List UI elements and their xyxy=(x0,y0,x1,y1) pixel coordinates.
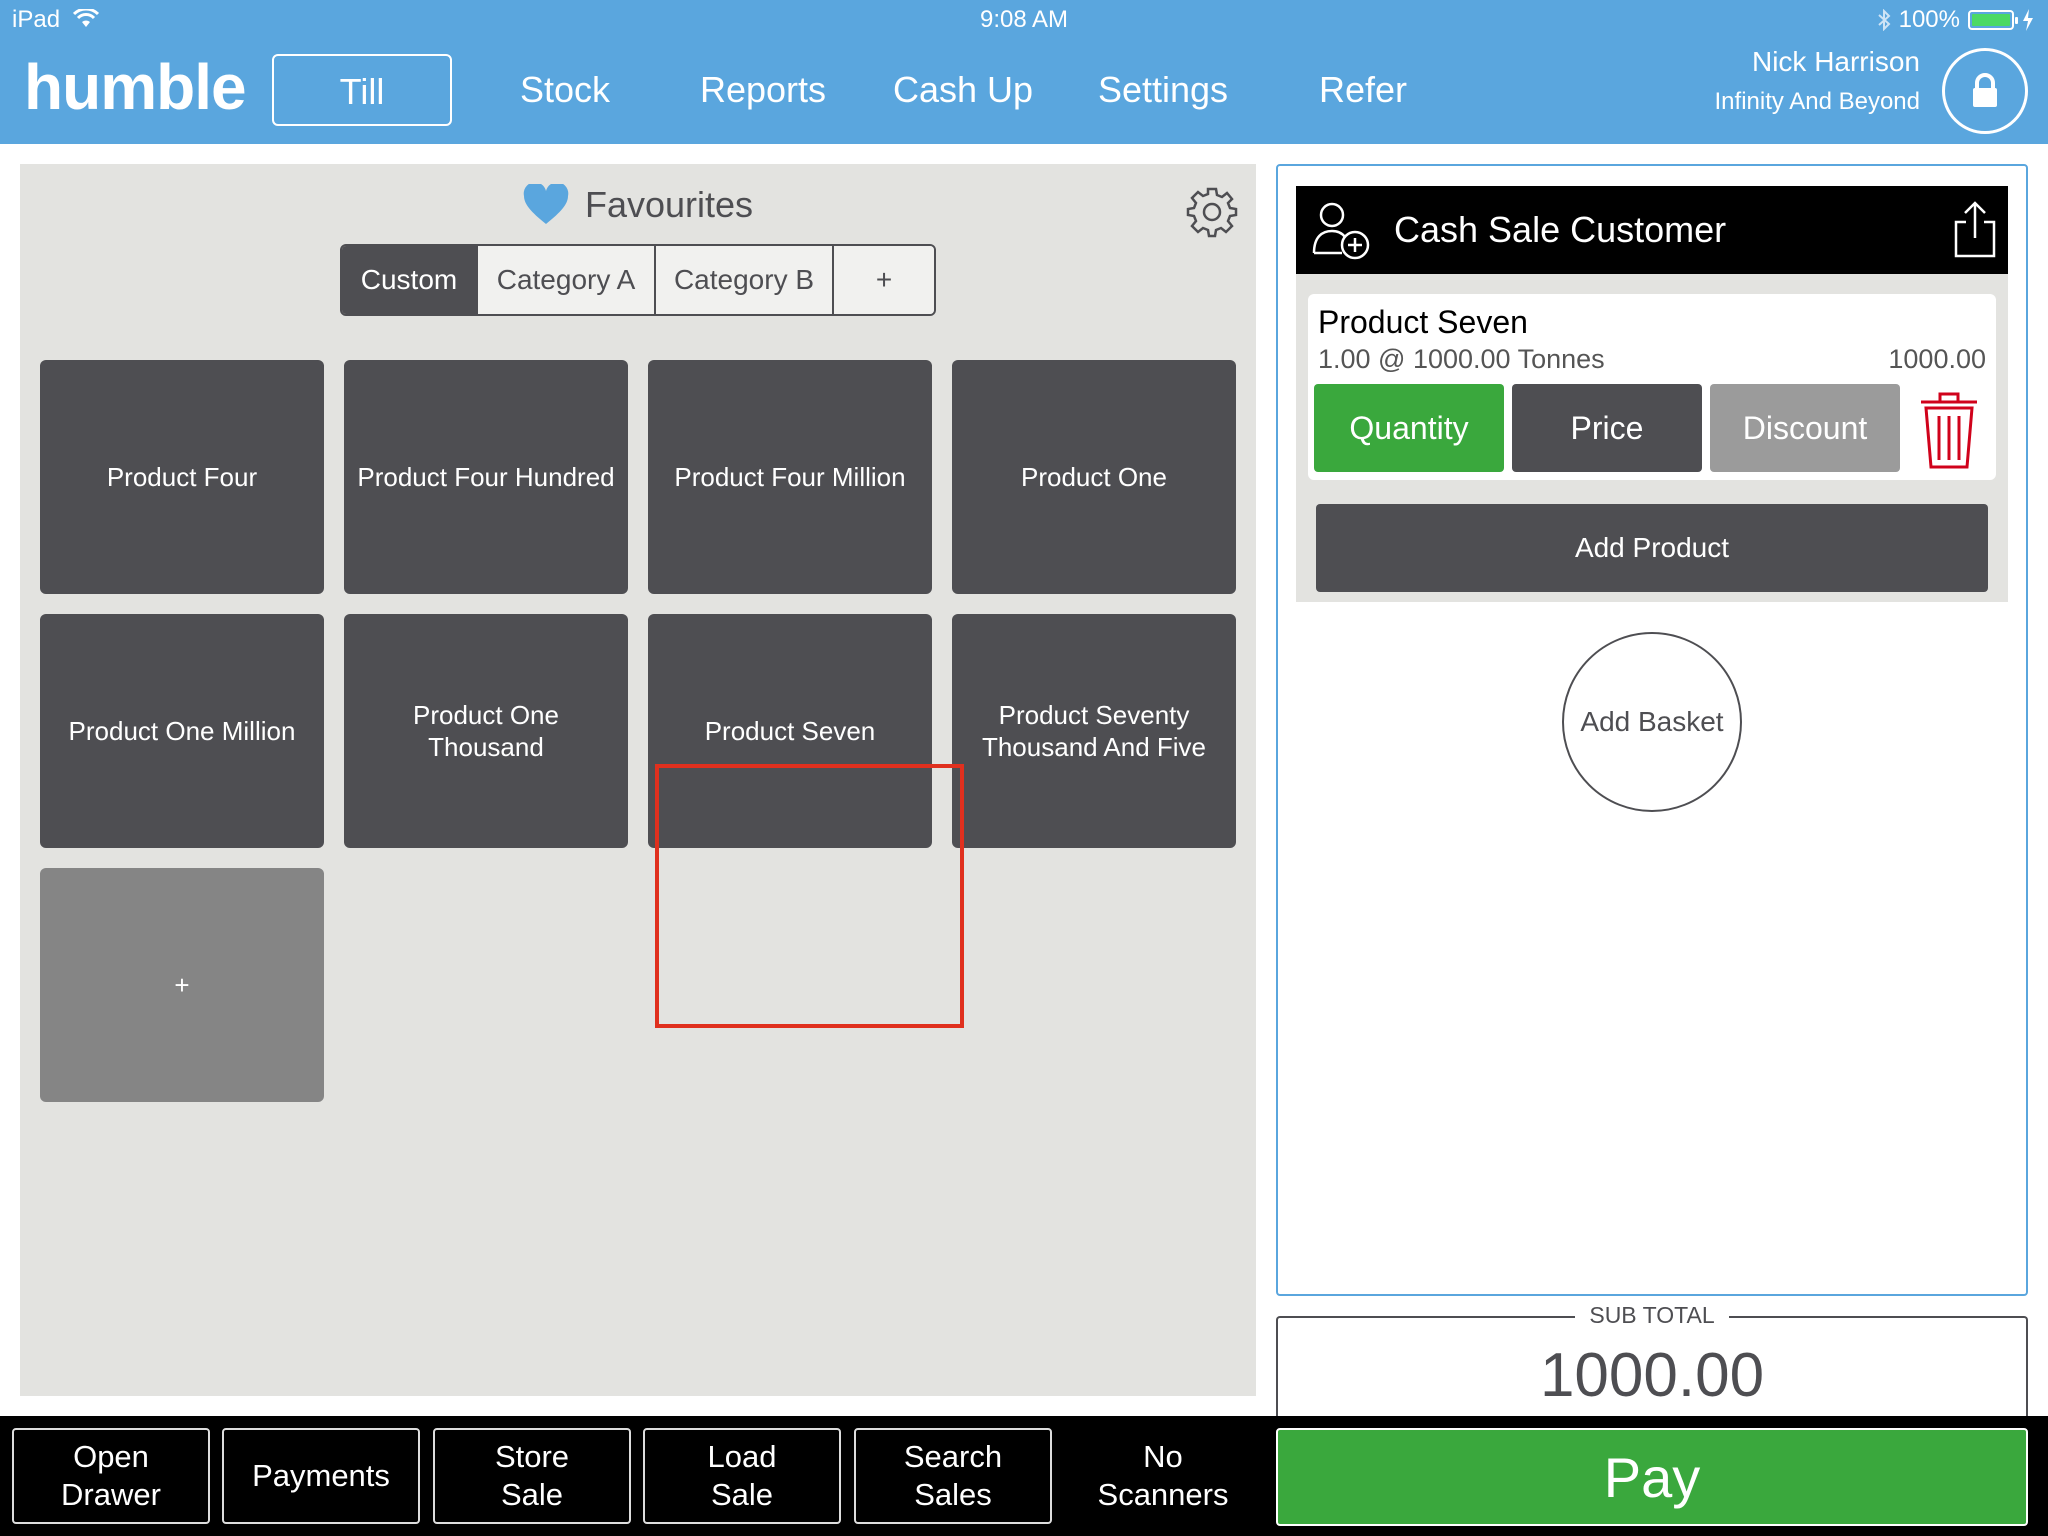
user-info[interactable]: Nick Harrison Infinity And Beyond xyxy=(1715,46,1920,116)
product-tile-product-four-hundred[interactable]: Product Four Hundred xyxy=(344,360,628,594)
load-sale-button[interactable]: Load Sale xyxy=(643,1428,841,1524)
organisation-name: Infinity And Beyond xyxy=(1714,88,1920,115)
cart-line-item[interactable]: Product Seven 1.00 @ 1000.00 Tonnes 1000… xyxy=(1308,294,1996,480)
no-scanners-status: No Scanners xyxy=(1097,1439,1229,1512)
status-right: 100% xyxy=(1877,6,2034,34)
tab-category-b[interactable]: Category B xyxy=(656,246,834,314)
customer-bar[interactable]: Cash Sale Customer xyxy=(1296,186,2008,274)
line-item-detail: 1.00 @ 1000.00 Tonnes xyxy=(1318,344,1605,374)
charging-icon xyxy=(2023,9,2033,31)
product-tile-product-one-million[interactable]: Product One Million xyxy=(40,614,324,848)
customer-name: Cash Sale Customer xyxy=(1394,209,1727,250)
product-tile-product-four-million[interactable]: Product Four Million xyxy=(648,360,932,594)
nav-reports[interactable]: Reports xyxy=(678,54,848,126)
payments-button[interactable]: Payments xyxy=(222,1428,420,1524)
store-sale-button[interactable]: Store Sale xyxy=(433,1428,631,1524)
discount-button[interactable]: Discount xyxy=(1710,384,1900,472)
price-button[interactable]: Price xyxy=(1512,384,1702,472)
main-nav: Till Stock Reports Cash Up Settings Refe… xyxy=(272,54,1478,126)
status-bar: iPad 9:08 AM 100% xyxy=(0,6,2048,36)
top-bar: iPad 9:08 AM 100% humble Till Stock Repo… xyxy=(0,0,2048,144)
subtotal-box: SUB TOTAL 1000.00 xyxy=(1276,1302,2028,1420)
trash-icon[interactable] xyxy=(1918,390,1980,470)
product-tile-product-one[interactable]: Product One xyxy=(952,360,1236,594)
quantity-button[interactable]: Quantity xyxy=(1314,384,1504,472)
product-tile-product-one-thousand[interactable]: Product One Thousand xyxy=(344,614,628,848)
favourites-panel: Favourites Custom Category A Category B … xyxy=(20,164,1256,1396)
clock: 9:08 AM xyxy=(979,6,1069,33)
subtotal-label-wrap: SUB TOTAL xyxy=(1278,1302,2026,1329)
favourites-tabs: Custom Category A Category B + xyxy=(340,244,936,316)
line-item-total: 1000.00 xyxy=(1888,344,1986,374)
pay-button[interactable]: Pay xyxy=(1276,1428,2028,1526)
product-tile-product-four[interactable]: Product Four xyxy=(40,360,324,594)
open-drawer-button[interactable]: Open Drawer xyxy=(12,1428,210,1524)
user-name: Nick Harrison xyxy=(1751,46,1920,77)
battery-percent: 100% xyxy=(1898,6,1960,33)
add-product-tile[interactable]: + xyxy=(40,868,324,1102)
favourites-header: Favourites xyxy=(20,184,1256,226)
add-customer-icon xyxy=(1312,202,1370,260)
selected-tile-highlight xyxy=(655,764,964,1028)
tab-custom[interactable]: Custom xyxy=(342,246,478,314)
subtotal-label: SUB TOTAL xyxy=(1575,1302,1729,1328)
nav-settings[interactable]: Settings xyxy=(1078,54,1248,126)
tab-category-a[interactable]: Category A xyxy=(478,246,656,314)
cart-panel: Cash Sale Customer Product Seven 1.00 @ … xyxy=(1276,164,2028,1296)
share-icon[interactable] xyxy=(1952,200,1998,258)
battery-icon xyxy=(1968,10,2018,30)
add-product-button[interactable]: Add Product xyxy=(1316,504,1988,592)
search-sales-button[interactable]: Search Sales xyxy=(854,1428,1052,1524)
nav-stock[interactable]: Stock xyxy=(452,54,678,126)
favourites-title: Favourites xyxy=(584,184,754,225)
bluetooth-icon xyxy=(1877,9,1891,31)
nav-cash-up[interactable]: Cash Up xyxy=(848,54,1078,126)
tab-add-category[interactable]: + xyxy=(834,246,934,314)
line-item-name: Product Seven xyxy=(1318,304,1528,340)
add-basket-button[interactable]: Add Basket xyxy=(1562,632,1742,812)
nav-till[interactable]: Till xyxy=(272,54,452,126)
product-tile-product-seventy-thousand-and-five[interactable]: Product Seventy Thousand And Five xyxy=(952,614,1236,848)
lock-icon xyxy=(1973,73,1997,107)
subtotal-value: 1000.00 xyxy=(1539,1341,1765,1410)
humble-logo[interactable]: humble xyxy=(24,50,247,124)
lock-button[interactable] xyxy=(1942,48,2028,134)
cart-items-area: Product Seven 1.00 @ 1000.00 Tonnes 1000… xyxy=(1296,274,2008,602)
bottom-bar: Open Drawer Payments Store Sale Load Sal… xyxy=(0,1416,2048,1536)
gear-icon xyxy=(1186,187,1238,238)
favourites-settings-button[interactable] xyxy=(1186,186,1238,243)
nav-refer[interactable]: Refer xyxy=(1248,54,1478,126)
heart-icon xyxy=(523,184,569,224)
